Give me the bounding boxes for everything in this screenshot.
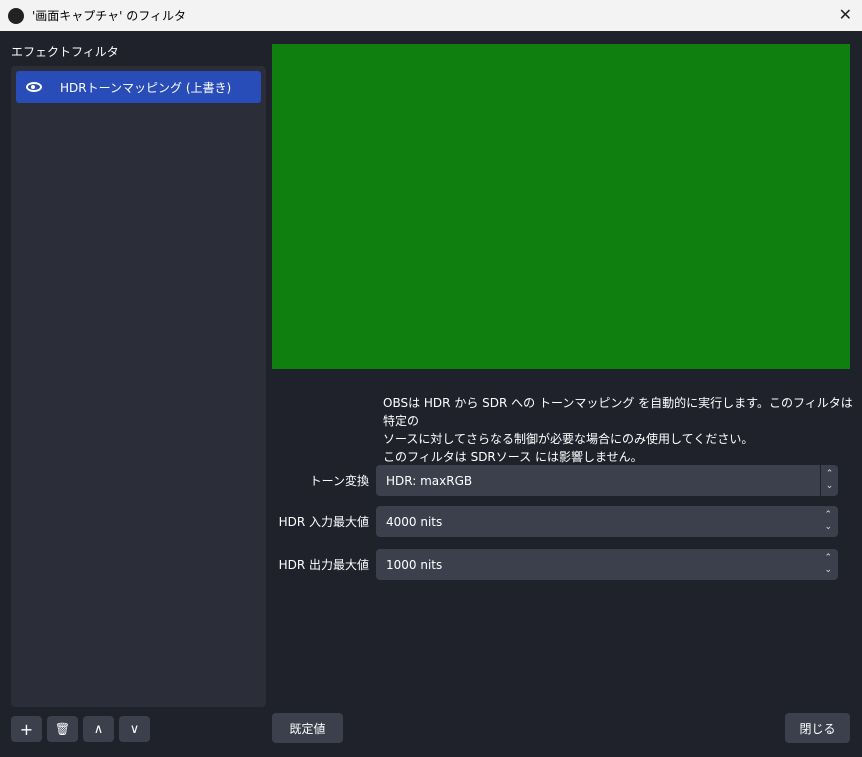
hdr-input-max-spinbox[interactable]: 4000 nits ⌃ ⌄: [376, 506, 838, 537]
description-line: OBSは HDR から SDR への トーンマッピング を自動的に実行します。こ…: [383, 396, 853, 428]
hdr-input-max-row: HDR 入力最大値 4000 nits ⌃ ⌄: [272, 506, 838, 537]
hdr-input-max-label: HDR 入力最大値: [278, 515, 369, 529]
move-down-button[interactable]: ∨: [119, 716, 150, 742]
description-line: ソースに対してさらなる制御が必要な場合にのみ使用してください。: [383, 432, 754, 446]
obs-logo-icon: [8, 7, 24, 24]
title-bar: '画面キャプチャ' のフィルタ ✕: [0, 0, 862, 31]
spin-arrows-icon[interactable]: ⌃ ⌄: [824, 509, 832, 533]
effect-filters-label: エフェクトフィルタ: [11, 45, 119, 59]
chevron-updown-icon: ⌃ ⌄: [820, 465, 838, 496]
add-filter-button[interactable]: +: [11, 716, 42, 742]
hdr-output-max-row: HDR 出力最大値 1000 nits ⌃ ⌄: [272, 549, 838, 580]
tone-mapping-select[interactable]: HDR: maxRGB ⌃ ⌄: [376, 465, 838, 496]
filter-list[interactable]: HDRトーンマッピング (上書き): [11, 66, 266, 707]
eye-icon[interactable]: [26, 82, 42, 92]
spin-arrows-icon[interactable]: ⌃ ⌄: [824, 552, 832, 576]
close-button[interactable]: 閉じる: [785, 713, 850, 743]
hdr-output-max-spinbox[interactable]: 1000 nits ⌃ ⌄: [376, 549, 838, 580]
tone-mapping-row: トーン変換 HDR: maxRGB ⌃ ⌄: [272, 465, 838, 496]
tone-mapping-label: トーン変換: [309, 474, 369, 488]
preview-area: [272, 44, 850, 369]
close-window-button[interactable]: ✕: [839, 5, 852, 24]
filter-item[interactable]: HDRトーンマッピング (上書き): [16, 71, 261, 103]
window-title: '画面キャプチャ' のフィルタ: [32, 9, 187, 23]
filter-item-label: HDRトーンマッピング (上書き): [60, 80, 232, 95]
hdr-input-max-value: 4000 nits: [386, 514, 443, 529]
tone-mapping-value: HDR: maxRGB: [386, 473, 473, 488]
description: OBSは HDR から SDR への トーンマッピング を自動的に実行します。こ…: [383, 394, 853, 466]
description-line: このフィルタは SDRソース には影響しません。: [383, 450, 643, 464]
hdr-output-max-value: 1000 nits: [386, 557, 443, 572]
remove-filter-button[interactable]: 🗑: [47, 716, 78, 742]
move-up-button[interactable]: ∧: [83, 716, 114, 742]
hdr-output-max-label: HDR 出力最大値: [278, 558, 369, 572]
defaults-button[interactable]: 既定値: [272, 713, 343, 743]
